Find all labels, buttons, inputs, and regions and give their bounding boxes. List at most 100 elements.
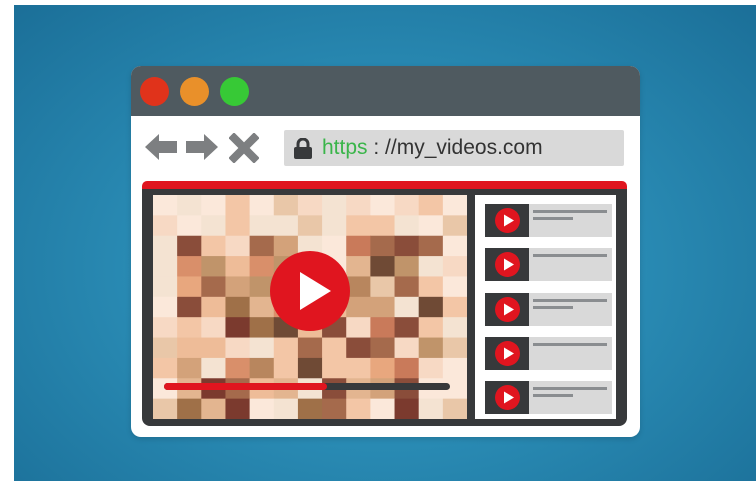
mosaic-pixel xyxy=(201,357,226,379)
sidebar-video-item[interactable] xyxy=(485,337,612,370)
mosaic-pixel xyxy=(322,357,347,379)
mosaic-pixel xyxy=(153,276,178,298)
mosaic-pixel xyxy=(418,317,444,339)
mosaic-pixel xyxy=(370,296,396,318)
mosaic-pixel xyxy=(249,215,275,237)
mosaic-pixel xyxy=(273,357,299,379)
mosaic-pixel xyxy=(153,235,178,257)
mosaic-pixel xyxy=(201,256,226,277)
mosaic-pixel xyxy=(370,357,396,379)
mosaic-pixel xyxy=(418,256,444,277)
sidebar-video-item[interactable] xyxy=(485,293,612,326)
mosaic-pixel xyxy=(177,215,202,237)
thumbnail xyxy=(485,381,529,414)
mosaic-pixel xyxy=(370,337,396,359)
mosaic-pixel xyxy=(394,256,420,277)
mosaic-pixel xyxy=(322,398,347,419)
title-placeholder-line xyxy=(533,254,607,257)
title-placeholder-line xyxy=(533,217,573,220)
forward-arrow-icon[interactable] xyxy=(186,134,218,165)
close-window-button[interactable] xyxy=(140,77,169,106)
title-placeholder-line xyxy=(533,210,607,213)
mosaic-pixel xyxy=(225,317,251,339)
mosaic-pixel xyxy=(225,357,251,379)
mosaic-pixel xyxy=(370,276,396,298)
thumbnail xyxy=(485,204,529,237)
url-scheme: https xyxy=(322,136,368,159)
address-bar[interactable]: https : //my_videos.com xyxy=(284,130,624,166)
thumbnail xyxy=(485,337,529,370)
mosaic-pixel xyxy=(297,215,323,237)
mosaic-pixel xyxy=(201,195,226,216)
title-bar xyxy=(131,66,640,116)
mosaic-pixel xyxy=(370,215,396,237)
sidebar-video-item[interactable] xyxy=(485,381,612,414)
mosaic-pixel xyxy=(297,195,323,216)
mosaic-pixel xyxy=(346,337,371,359)
mosaic-pixel xyxy=(273,398,299,419)
mosaic-pixel xyxy=(177,256,202,277)
mosaic-pixel xyxy=(418,195,444,216)
mosaic-pixel xyxy=(370,195,396,216)
mosaic-pixel xyxy=(225,235,251,257)
mosaic-pixel xyxy=(418,398,444,419)
mosaic-pixel xyxy=(322,337,347,359)
back-arrow-icon[interactable] xyxy=(145,134,177,165)
play-icon xyxy=(495,208,520,233)
mosaic-pixel xyxy=(418,215,444,237)
mosaic-pixel xyxy=(225,276,251,298)
mosaic-pixel xyxy=(153,357,178,379)
play-icon xyxy=(495,297,520,322)
lock-icon xyxy=(294,137,312,164)
mosaic-pixel xyxy=(418,276,444,298)
mosaic-pixel xyxy=(201,215,226,237)
mosaic-pixel xyxy=(201,337,226,359)
mosaic-pixel xyxy=(153,296,178,318)
mosaic-pixel xyxy=(249,398,275,419)
progress-bar[interactable] xyxy=(164,383,450,390)
mosaic-pixel xyxy=(394,337,420,359)
mosaic-pixel xyxy=(201,317,226,339)
mosaic-pixel xyxy=(273,195,299,216)
minimize-window-button[interactable] xyxy=(180,77,209,106)
mosaic-pixel xyxy=(322,195,347,216)
mosaic-pixel xyxy=(225,215,251,237)
mosaic-pixel xyxy=(225,256,251,277)
title-placeholder-line xyxy=(533,394,573,397)
mosaic-pixel xyxy=(225,195,251,216)
mosaic-pixel xyxy=(249,195,275,216)
close-x-icon[interactable] xyxy=(228,132,260,168)
mosaic-pixel xyxy=(442,256,467,277)
sidebar-video-item[interactable] xyxy=(485,248,612,281)
maximize-window-button[interactable] xyxy=(220,77,249,106)
play-icon xyxy=(495,252,520,277)
mosaic-pixel xyxy=(394,357,420,379)
mosaic-pixel xyxy=(153,398,178,419)
mosaic-pixel xyxy=(177,398,202,419)
mosaic-pixel xyxy=(297,337,323,359)
mosaic-pixel xyxy=(394,317,420,339)
mosaic-pixel xyxy=(394,235,420,257)
mosaic-pixel xyxy=(201,235,226,257)
url-text: https : //my_videos.com xyxy=(322,135,543,161)
mosaic-pixel xyxy=(297,398,323,419)
mosaic-pixel xyxy=(370,317,396,339)
mosaic-pixel xyxy=(177,235,202,257)
mosaic-pixel xyxy=(153,215,178,237)
mosaic-pixel xyxy=(225,398,251,419)
sidebar-video-item[interactable] xyxy=(485,204,612,237)
title-placeholder-line xyxy=(533,306,573,309)
mosaic-pixel xyxy=(442,215,467,237)
mosaic-pixel xyxy=(346,357,371,379)
mosaic-pixel xyxy=(370,256,396,277)
mosaic-pixel xyxy=(418,337,444,359)
mosaic-pixel xyxy=(153,317,178,339)
mosaic-pixel xyxy=(225,337,251,359)
mosaic-pixel xyxy=(346,398,371,419)
mosaic-pixel xyxy=(153,256,178,277)
play-icon[interactable] xyxy=(270,251,350,336)
mosaic-pixel xyxy=(442,357,467,379)
mosaic-pixel xyxy=(273,215,299,237)
mosaic-pixel xyxy=(442,235,467,257)
browser-window: https : //my_videos.com xyxy=(131,66,640,437)
